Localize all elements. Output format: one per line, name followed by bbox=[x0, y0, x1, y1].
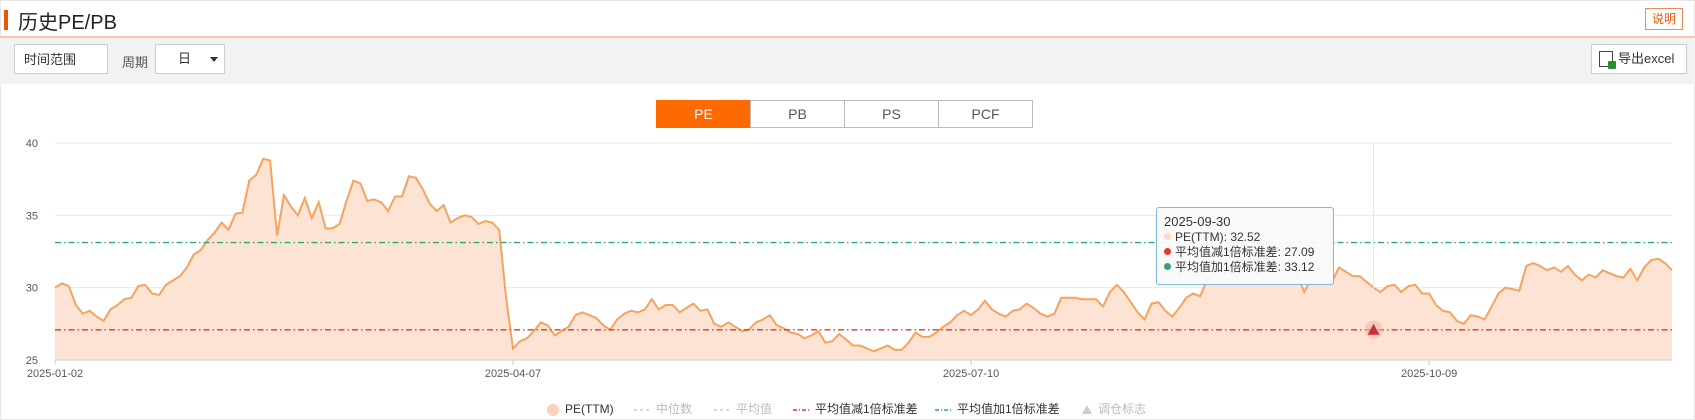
x-tick-label: 2025-04-07 bbox=[485, 368, 541, 380]
legend-label-upper-band: 平均值加1倍标准差 bbox=[957, 402, 1060, 416]
legend-item-rebalance[interactable]: 调仓标志 bbox=[1082, 400, 1146, 418]
legend-mark-pe bbox=[547, 403, 559, 416]
chart-legend: PE(TTM) 中位数 平均值 平均值减1倍标准差 平均值加1倍标准差 调仓标志 bbox=[0, 400, 1695, 418]
legend-item-lower-band[interactable]: 平均值减1倍标准差 bbox=[793, 400, 918, 418]
pe-history-chart[interactable]: 25 30 35 40 2025-01-02 2025-04-07 2025-07-10 20… bbox=[0, 0, 1695, 420]
tooltip-row-upper-label: 平均值加1倍标准差: 33.12 bbox=[1175, 260, 1315, 274]
tooltip-dot-pe bbox=[1164, 233, 1171, 240]
tooltip-row-lower: 平均值减1倍标准差: 27.09 bbox=[1164, 245, 1326, 260]
legend-label-lower-band: 平均值减1倍标准差 bbox=[815, 402, 918, 416]
tooltip-dot-lower bbox=[1164, 248, 1171, 255]
legend-item-mean[interactable]: 平均值 bbox=[714, 400, 772, 418]
chart-tooltip: 2025-09-30 PE(TTM): 32.52 平均值减1倍标准差: 27.… bbox=[1156, 207, 1334, 285]
y-tick-label: 30 bbox=[26, 283, 38, 295]
tooltip-row-pe: PE(TTM): 32.52 bbox=[1164, 230, 1326, 245]
x-tick-label: 2025-01-02 bbox=[27, 368, 83, 380]
x-tick-label: 2025-10-09 bbox=[1401, 368, 1457, 380]
legend-mark-upper-band bbox=[935, 408, 951, 412]
y-tick-label: 35 bbox=[26, 210, 38, 222]
tooltip-date: 2025-09-30 bbox=[1164, 214, 1231, 229]
legend-label-mean: 平均值 bbox=[736, 402, 773, 416]
legend-item-upper-band[interactable]: 平均值加1倍标准差 bbox=[935, 400, 1060, 418]
legend-label-pe: PE(TTM) bbox=[565, 402, 614, 416]
legend-mark-mean bbox=[714, 408, 730, 412]
legend-mark-rebalance bbox=[1082, 405, 1092, 415]
legend-item-median[interactable]: 中位数 bbox=[634, 400, 692, 418]
legend-mark-lower-band bbox=[793, 408, 809, 412]
y-tick-label: 25 bbox=[26, 355, 38, 367]
legend-item-pe[interactable]: PE(TTM) bbox=[547, 400, 614, 418]
legend-mark-median bbox=[634, 408, 650, 412]
y-tick-label: 40 bbox=[26, 138, 38, 150]
legend-label-median: 中位数 bbox=[656, 402, 693, 416]
legend-label-rebalance: 调仓标志 bbox=[1098, 402, 1147, 416]
tooltip-row-pe-label: PE(TTM): 32.52 bbox=[1175, 230, 1261, 244]
tooltip-row-upper: 平均值加1倍标准差: 33.12 bbox=[1164, 260, 1326, 275]
x-tick-label: 2025-07-10 bbox=[943, 368, 999, 380]
tooltip-row-lower-label: 平均值减1倍标准差: 27.09 bbox=[1175, 245, 1315, 259]
tooltip-dot-upper bbox=[1164, 263, 1171, 270]
pe-area bbox=[55, 158, 1672, 360]
